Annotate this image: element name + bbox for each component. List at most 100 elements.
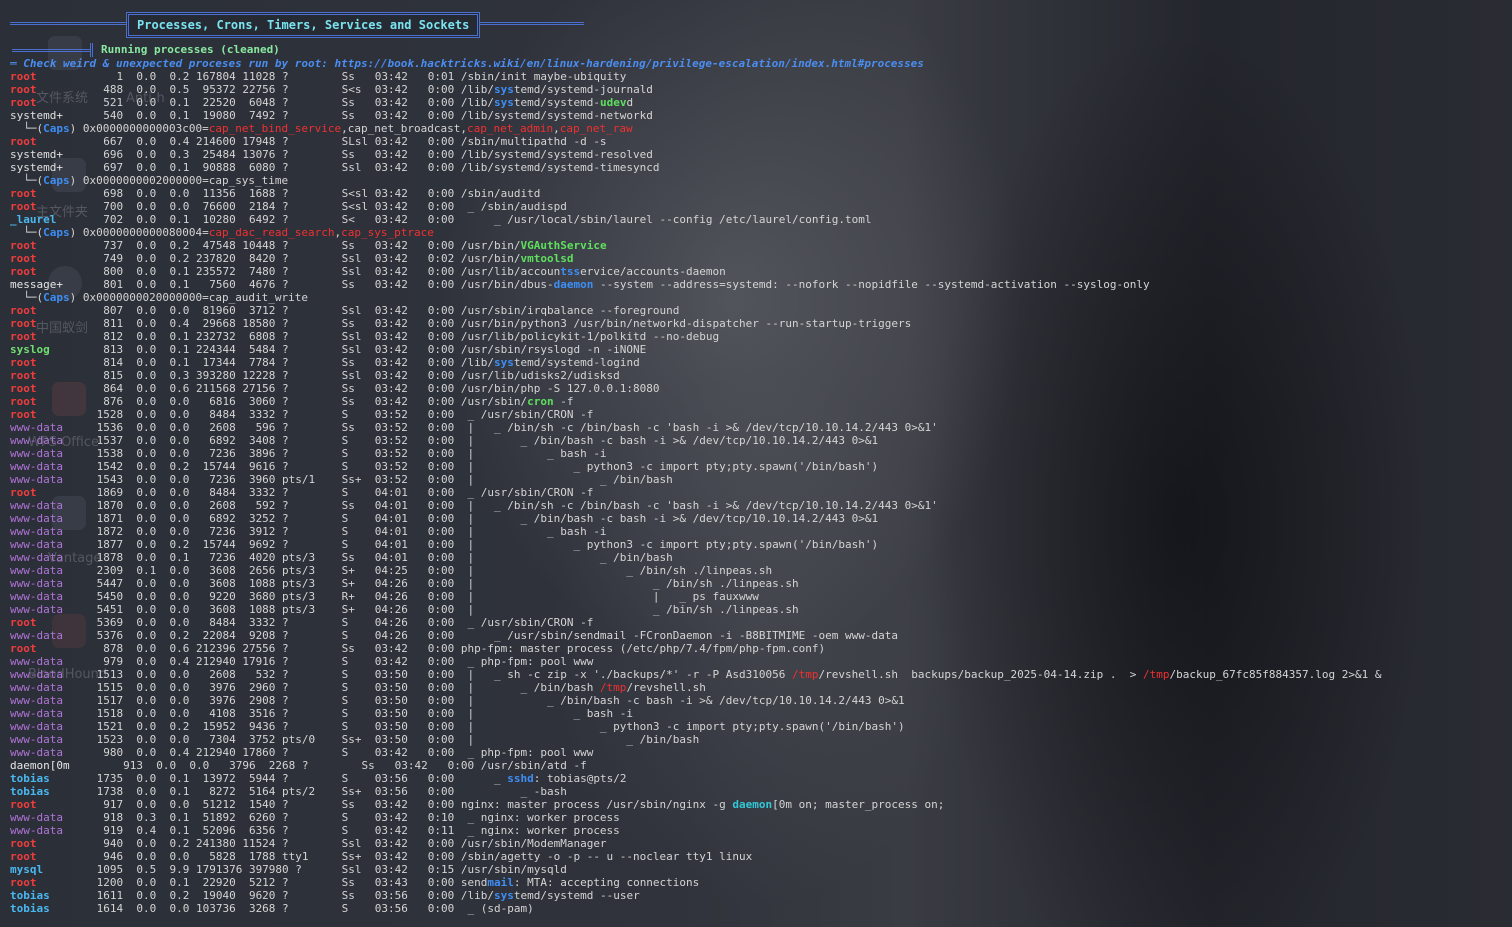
process-user: www-data: [10, 811, 63, 824]
process-row: _laurel 702 0.0 0.1 10280 6492 ? S< 03:4…: [10, 213, 1381, 226]
process-text: 1878 0.0 0.1 7236 4020 pts/3 Ss 04:01 0:…: [90, 551, 673, 564]
process-user: www-data: [10, 525, 63, 538]
process-text: [0m on; master_process on;: [772, 798, 945, 811]
process-row: www-data 1871 0.0 0.0 6892 3252 ? S 04:0…: [10, 512, 1381, 525]
process-text: 1877 0.0 0.2 15744 9692 ? S 04:01 0:00 |…: [90, 538, 879, 551]
process-text: 1095 0.5 9.9 1791376 397980 ? Ssl 03:42 …: [90, 863, 567, 876]
process-user: root: [10, 96, 37, 109]
process-text: 980 0.0 0.4 212940 17860 ? S 03:42 0:00 …: [90, 746, 594, 759]
process-row: systemd+ 696 0.0 0.3 25484 13076 ? Ss 03…: [10, 148, 1381, 161]
highlighted-text: Caps: [43, 291, 70, 304]
process-row: root 807 0.0 0.0 81960 3712 ? Ssl 03:42 …: [10, 304, 1381, 317]
process-row: mysql 1095 0.5 9.9 1791376 397980 ? Ssl …: [10, 863, 1381, 876]
process-user: tobias: [10, 889, 50, 902]
process-user: daemon[0m: [10, 759, 70, 772]
process-row: └─(Caps) 0x0000000000080004=cap_dac_read…: [10, 226, 1381, 239]
process-row: root 946 0.0 0.0 5828 1788 tty1 Ss+ 03:4…: [10, 850, 1381, 863]
process-text: 1517 0.0 0.0 3976 2908 ? S 03:50 0:00 | …: [90, 694, 905, 707]
hint-line: ═ Check weird & unexpected proceses run …: [10, 57, 924, 70]
highlighted-text: cap_net_bind_service: [208, 122, 342, 135]
process-user: root: [10, 356, 37, 369]
process-user: root: [10, 317, 37, 330]
process-user: www-data: [10, 577, 63, 590]
process-text: 918 0.3 0.1 51892 6260 ? S 03:42 0:10 _ …: [90, 811, 620, 824]
process-row: root 814 0.0 0.1 17344 7784 ? Ss 03:42 0…: [10, 356, 1381, 369]
process-text: d: [626, 96, 634, 109]
process-user: root: [10, 837, 37, 850]
process-text: 1869 0.0 0.0 8484 3332 ? S 04:01 0:00 _ …: [90, 486, 594, 499]
highlighted-text: sys: [493, 96, 514, 109]
process-user: www-data: [10, 720, 63, 733]
terminal-output[interactable]: root 1 0.0 0.2 167804 11028 ? Ss 03:42 0…: [10, 70, 1381, 915]
process-text: └─(: [10, 291, 44, 304]
highlighted-text: vmtoolsd: [520, 252, 574, 265]
process-user: www-data: [10, 538, 63, 551]
highlighted-text: cron: [527, 395, 554, 408]
highlighted-text: cap_dac_read_search: [208, 226, 335, 239]
process-row: www-data 1538 0.0 0.0 7236 3896 ? S 03:5…: [10, 447, 1381, 460]
process-text: /backup_67fc85f884357.log 2>&1 &: [1169, 668, 1382, 681]
process-row: www-data 1521 0.0 0.2 15952 9436 ? S 03:…: [10, 720, 1381, 733]
process-user: www-data: [10, 707, 63, 720]
process-text: 5376 0.0 0.2 22084 9208 ? S 04:26 0:00 _…: [90, 629, 898, 642]
process-text: 1738 0.0 0.1 8272 5164 pts/2 Ss+ 03:56 0…: [90, 785, 567, 798]
process-user: root: [10, 395, 37, 408]
process-user: www-data: [10, 421, 63, 434]
process-user: www-data: [10, 603, 63, 616]
process-text: : MTA: accepting connections: [513, 876, 700, 889]
process-user: root: [10, 876, 37, 889]
process-row: www-data 1872 0.0 0.0 7236 3912 ? S 04:0…: [10, 525, 1381, 538]
process-user: www-data: [10, 473, 63, 486]
process-text: 876 0.0 0.0 6816 3060 ? Ss 03:42 0:00 /u…: [90, 395, 528, 408]
process-text: 979 0.0 0.4 212940 17916 ? S 03:42 0:00 …: [90, 655, 594, 668]
process-text: 1515 0.0 0.0 3976 2960 ? S 03:50 0:00 | …: [90, 681, 600, 694]
process-text: : tobias@pts/2: [533, 772, 627, 785]
highlighted-text: Caps: [43, 174, 70, 187]
process-row: www-data 919 0.4 0.1 52096 6356 ? S 03:4…: [10, 824, 1381, 837]
process-text: 488 0.0 0.5 95372 22756 ? S<s 03:42 0:00…: [90, 83, 494, 96]
process-text: 5450 0.0 0.0 9220 3680 pts/3 R+ 04:26 0:…: [90, 590, 759, 603]
process-text: ,cap_net_broadcast,: [341, 122, 467, 135]
process-user: root: [10, 304, 37, 317]
process-text: 749 0.0 0.2 237820 8420 ? Ssl 03:42 0:02…: [90, 252, 521, 265]
process-text: 702 0.0 0.1 10280 6492 ? S< 03:42 0:00 _…: [90, 213, 872, 226]
process-text: -f: [553, 395, 574, 408]
process-user: root: [10, 265, 37, 278]
process-row: root 698 0.0 0.0 11356 1688 ? S<sl 03:42…: [10, 187, 1381, 200]
process-user: www-data: [10, 590, 63, 603]
process-row: └─(Caps) 0x0000000020000000=cap_audit_wr…: [10, 291, 1381, 304]
process-row: tobias 1611 0.0 0.2 19040 9620 ? Ss 03:5…: [10, 889, 1381, 902]
process-row: root 917 0.0 0.0 51212 1540 ? Ss 03:42 0…: [10, 798, 1381, 811]
process-row: www-data 980 0.0 0.4 212940 17860 ? S 03…: [10, 746, 1381, 759]
process-user: tobias: [10, 785, 50, 798]
process-text: 1521 0.0 0.2 15952 9436 ? S 03:50 0:00 |…: [90, 720, 905, 733]
process-row: root 811 0.0 0.4 29668 18580 ? Ss 03:42 …: [10, 317, 1381, 330]
process-row: systemd+ 540 0.0 0.1 19080 7492 ? Ss 03:…: [10, 109, 1381, 122]
process-row: systemd+ 697 0.0 0.1 90888 6080 ? Ssl 03…: [10, 161, 1381, 174]
process-user: root: [10, 616, 37, 629]
process-text: 1870 0.0 0.0 2608 592 ? Ss 04:01 0:00 | …: [90, 499, 938, 512]
process-row: www-data 1877 0.0 0.2 15744 9692 ? S 04:…: [10, 538, 1381, 551]
banner-title: Processes, Crons, Timers, Services and S…: [126, 12, 481, 38]
process-text: 946 0.0 0.0 5828 1788 tty1 Ss+ 03:42 0:0…: [90, 850, 753, 863]
process-user: root: [10, 70, 37, 83]
process-text: temd/systemd-: [513, 96, 600, 109]
process-text: 878 0.0 0.6 212396 27556 ? Ss 03:42 0:00…: [90, 642, 826, 655]
process-row: root 1869 0.0 0.0 8484 3332 ? S 04:01 0:…: [10, 486, 1381, 499]
process-user: www-data: [10, 824, 63, 837]
process-row: root 815 0.0 0.3 393280 12228 ? Ssl 03:4…: [10, 369, 1381, 382]
process-user: _laurel: [10, 213, 57, 226]
process-user: tobias: [10, 902, 50, 915]
process-text: /revshell.sh backups/backup_2025-04-14.z…: [818, 668, 1144, 681]
highlighted-text: cap_sys_ptrace: [341, 226, 434, 239]
process-user: systemd+: [10, 161, 63, 174]
process-row: www-data 1513 0.0 0.0 2608 532 ? S 03:50…: [10, 668, 1381, 681]
process-row: root 667 0.0 0.4 214600 17948 ? SLsl 03:…: [10, 135, 1381, 148]
hint-link[interactable]: https://book.hacktricks.wiki/en/linux-ha…: [335, 57, 924, 70]
process-user: root: [10, 239, 37, 252]
process-row: www-data 1542 0.0 0.2 15744 9616 ? S 03:…: [10, 460, 1381, 473]
process-text: 1536 0.0 0.0 2608 596 ? Ss 03:52 0:00 | …: [90, 421, 938, 434]
process-text: 813 0.0 0.1 224344 5484 ? Ssl 03:42 0:00…: [90, 343, 647, 356]
process-row: www-data 5447 0.0 0.0 3608 1088 pts/3 S+…: [10, 577, 1381, 590]
process-user: www-data: [10, 681, 63, 694]
